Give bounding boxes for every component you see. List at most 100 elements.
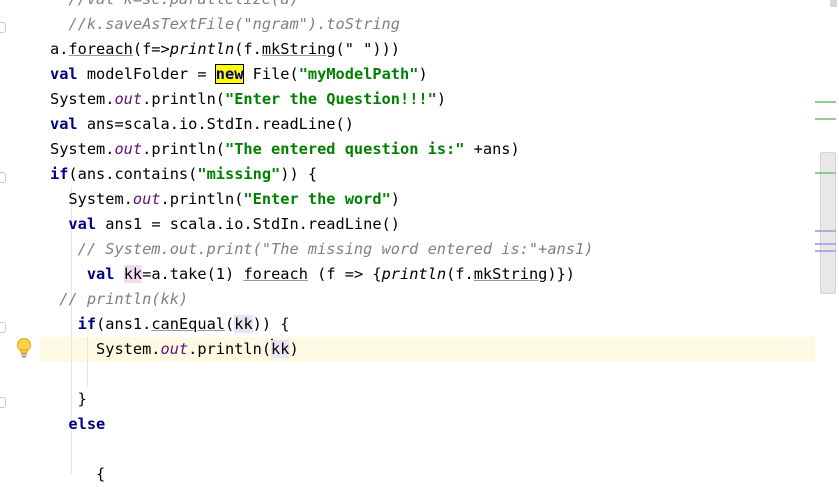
code-line[interactable]: System.out.println(kk): [50, 337, 299, 362]
code-token: val: [50, 115, 78, 133]
code-token: (: [225, 315, 235, 333]
code-line[interactable]: val modelFolder = new File("myModelPath"…: [50, 62, 428, 87]
code-line[interactable]: else: [50, 412, 105, 437]
code-token: ): [289, 340, 299, 358]
code-line[interactable]: val ans1 = scala.io.StdIn.readLine(): [50, 212, 400, 237]
code-token: if: [77, 315, 97, 333]
vertical-scrollbar[interactable]: [815, 0, 839, 474]
code-token: else: [68, 415, 106, 433]
code-token: .println(: [160, 190, 244, 208]
code-line[interactable]: //val k=sc.parallelize(a): [50, 0, 298, 12]
code-token: (f.: [234, 40, 262, 58]
code-line[interactable]: a.foreach(f=>println(f.mkString(" "))): [50, 37, 400, 62]
code-editor[interactable]: //val k=sc.parallelize(a) //k.saveAsText…: [40, 0, 815, 483]
code-token: )}): [547, 265, 576, 283]
code-line[interactable]: if(ans.contains("missing")) {: [50, 162, 317, 187]
code-line[interactable]: val kk=a.take(1) foreach (f => {println(…: [50, 262, 575, 287]
code-token: (f=>: [132, 40, 170, 58]
code-token: }: [50, 390, 87, 408]
code-token: mkString: [261, 40, 336, 58]
code-token: ): [390, 190, 400, 208]
code-token: .println(: [142, 90, 225, 108]
code-token: ): [418, 65, 428, 83]
code-token: "Enter the Question!!!": [225, 90, 437, 108]
code-token: System.: [50, 140, 115, 158]
code-token: println: [381, 265, 447, 283]
code-token: mkString: [473, 265, 548, 283]
code-token: System.: [50, 340, 161, 358]
code-token: .println(: [188, 340, 272, 358]
inspection-status-icon[interactable]: [830, 0, 837, 7]
code-token: "myModelPath": [298, 65, 419, 83]
editor-gutter[interactable]: [0, 0, 40, 474]
code-token: // System.out.print("The missing word en…: [50, 240, 594, 258]
code-token: //k.saveAsTextFile("ngram").toString: [50, 15, 400, 33]
code-token: canEqual: [151, 315, 226, 333]
lightbulb-icon[interactable]: [15, 337, 33, 359]
code-line[interactable]: // System.out.print("The missing word en…: [50, 237, 594, 262]
code-token: +ans): [464, 140, 520, 158]
code-token: ans=scala.io.StdIn.readLine(): [77, 115, 354, 133]
code-token: kk: [271, 340, 290, 358]
change-marker[interactable]: [815, 101, 836, 103]
code-token: a.: [50, 40, 69, 58]
code-token: out: [114, 140, 143, 158]
code-token: val: [50, 65, 78, 83]
code-token: "Enter the word": [243, 190, 391, 208]
code-token: ans1 = scala.io.StdIn.readLine(): [96, 215, 400, 233]
code-line[interactable]: {: [50, 462, 105, 487]
occurrence-marker[interactable]: [815, 243, 836, 245]
code-token: new: [214, 64, 245, 84]
code-line[interactable]: if(ans1.canEqual(kk)) {: [50, 312, 290, 337]
code-token: .println(: [142, 140, 225, 158]
code-line[interactable]: }: [50, 387, 87, 412]
code-line[interactable]: //k.saveAsTextFile("ngram").toString: [50, 12, 400, 37]
code-token: System.: [50, 90, 115, 108]
change-marker[interactable]: [815, 172, 836, 174]
code-line[interactable]: val ans=scala.io.StdIn.readLine(): [50, 112, 354, 137]
code-token: println: [169, 40, 235, 58]
code-token: out: [132, 190, 161, 208]
code-token: =a.take(1): [142, 265, 244, 283]
code-line[interactable]: // println(kk): [50, 287, 188, 312]
code-token: if: [50, 165, 69, 183]
occurrence-marker[interactable]: [815, 250, 836, 252]
fold-marker[interactable]: [0, 22, 6, 33]
code-token: (f => {: [307, 265, 382, 283]
code-token: out: [114, 90, 143, 108]
code-token: System.: [50, 190, 133, 208]
fold-marker[interactable]: [0, 172, 6, 183]
fold-marker[interactable]: [0, 397, 6, 408]
code-line[interactable]: System.out.println("Enter the word"): [50, 187, 400, 212]
code-token: (ans.contains(: [68, 165, 198, 183]
code-token: )) {: [252, 315, 290, 333]
code-token: "The entered question is:": [225, 140, 465, 158]
code-token: val: [68, 215, 97, 233]
code-token: "missing": [197, 165, 281, 183]
code-token: kk: [123, 265, 143, 283]
code-line[interactable]: System.out.println("Enter the Question!!…: [50, 87, 446, 112]
code-token: val: [86, 265, 115, 283]
code-token: out: [160, 340, 189, 358]
code-token: (ans1.: [96, 315, 152, 333]
code-token: {: [50, 465, 106, 483]
code-token: kk: [234, 315, 253, 333]
occurrence-marker[interactable]: [815, 230, 836, 232]
code-token: )) {: [280, 165, 318, 183]
code-token: //val k=sc.parallelize(a): [50, 0, 298, 8]
code-token: // println(kk): [50, 290, 189, 308]
code-token: ): [436, 90, 447, 108]
fold-marker[interactable]: [0, 322, 6, 333]
code-token: (f.: [446, 265, 474, 283]
code-token: File(: [243, 65, 299, 83]
code-token: modelFolder =: [77, 65, 216, 83]
code-token: (" "))): [335, 40, 400, 58]
code-token: foreach: [243, 265, 308, 283]
change-marker[interactable]: [815, 118, 836, 120]
code-line[interactable]: System.out.println("The entered question…: [50, 137, 520, 162]
